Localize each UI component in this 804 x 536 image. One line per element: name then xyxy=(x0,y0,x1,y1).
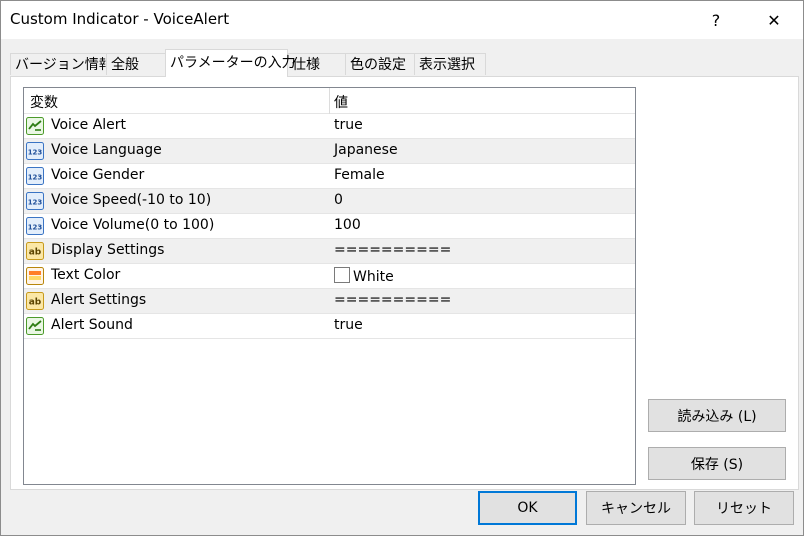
parameter-value[interactable]: White xyxy=(334,267,394,285)
svg-text:ab: ab xyxy=(29,298,42,308)
tab-label: 仕様 xyxy=(292,57,320,73)
load-button[interactable]: 読み込み (L) xyxy=(648,399,786,432)
table-row[interactable]: 123 Voice Gender Female xyxy=(24,164,635,189)
parameter-value[interactable]: true xyxy=(334,317,363,333)
tab-label: 全般 xyxy=(111,57,139,73)
parameter-value[interactable]: 100 xyxy=(334,217,361,233)
parameter-value[interactable]: ========== xyxy=(334,292,451,308)
string-icon: ab xyxy=(26,242,44,260)
reset-button-label: リセット xyxy=(716,501,772,517)
svg-text:123: 123 xyxy=(28,149,43,157)
table-row[interactable]: 123 Voice Language Japanese xyxy=(24,139,635,164)
tab-label: パラメーターの入力 xyxy=(170,55,296,71)
number-icon: 123 xyxy=(26,217,44,235)
svg-text:123: 123 xyxy=(28,224,43,232)
parameter-name: Voice Gender xyxy=(51,167,145,183)
parameter-value[interactable]: Japanese xyxy=(334,142,398,158)
parameter-value[interactable]: ========== xyxy=(334,242,451,258)
tab-parameters[interactable]: パラメーターの入力 xyxy=(165,49,296,77)
table-row[interactable]: ab Alert Settings ========== xyxy=(24,289,635,314)
dialog-window: Custom Indicator - VoiceAlert ? ✕ バージョン情… xyxy=(0,0,804,536)
tab-specs[interactable]: 仕様 xyxy=(287,53,346,75)
close-icon: ✕ xyxy=(767,10,781,30)
tab-colors[interactable]: 色の設定 xyxy=(345,53,415,75)
help-icon: ? xyxy=(711,10,721,30)
svg-text:ab: ab xyxy=(29,248,42,258)
parameter-name: Voice Volume(0 to 100) xyxy=(51,217,215,233)
tab-label: バージョン情報 xyxy=(15,57,113,73)
save-button-label: 保存 (S) xyxy=(690,456,744,473)
load-button-label: 読み込み (L) xyxy=(677,408,757,425)
table-row[interactable]: 123 Voice Volume(0 to 100) 100 xyxy=(24,214,635,239)
title-bar: Custom Indicator - VoiceAlert ? ✕ xyxy=(1,1,803,39)
ok-button[interactable]: OK xyxy=(478,491,577,525)
tab-version-info[interactable]: バージョン情報 xyxy=(10,53,113,75)
save-button[interactable]: 保存 (S) xyxy=(648,447,786,480)
tab-label: 色の設定 xyxy=(350,57,406,73)
reset-button[interactable]: リセット xyxy=(694,491,794,525)
table-row[interactable]: Text Color White xyxy=(24,264,635,289)
svg-text:123: 123 xyxy=(28,174,43,182)
parameter-value[interactable]: Female xyxy=(334,167,385,183)
column-header-value[interactable]: 値 xyxy=(334,92,348,112)
table-row[interactable]: ab Display Settings ========== xyxy=(24,239,635,264)
parameter-name: Voice Alert xyxy=(51,117,127,133)
table-row[interactable]: Alert Sound true xyxy=(24,314,635,339)
parameters-grid: 変数 値 Voice Alert true 123 Voice Language… xyxy=(23,87,636,485)
parameter-value[interactable]: true xyxy=(334,117,363,133)
parameter-name: Voice Language xyxy=(51,142,162,158)
tab-display[interactable]: 表示選択 xyxy=(414,53,486,75)
parameter-name: Display Settings xyxy=(51,242,165,258)
cancel-button[interactable]: キャンセル xyxy=(586,491,686,525)
table-row[interactable]: Voice Alert true xyxy=(24,114,635,139)
parameter-rows: Voice Alert true 123 Voice Language Japa… xyxy=(24,114,635,339)
tab-label: 表示選択 xyxy=(419,57,475,73)
parameter-name: Text Color xyxy=(51,267,121,283)
ok-button-label: OK xyxy=(517,500,538,516)
help-button[interactable]: ? xyxy=(693,1,739,39)
parameter-name: Voice Speed(-10 to 10) xyxy=(51,192,212,208)
window-title: Custom Indicator - VoiceAlert xyxy=(10,10,230,28)
svg-text:123: 123 xyxy=(28,199,43,207)
bool-icon xyxy=(26,117,44,135)
color-icon xyxy=(26,267,44,285)
number-icon: 123 xyxy=(26,167,44,185)
parameters-panel: 変数 値 Voice Alert true 123 Voice Language… xyxy=(10,76,799,490)
string-icon: ab xyxy=(26,292,44,310)
column-header-variable[interactable]: 変数 xyxy=(30,92,58,112)
color-swatch[interactable] xyxy=(334,267,350,283)
number-icon: 123 xyxy=(26,192,44,210)
color-name: White xyxy=(353,269,394,285)
close-button[interactable]: ✕ xyxy=(751,1,797,39)
number-icon: 123 xyxy=(26,142,44,160)
table-row[interactable]: 123 Voice Speed(-10 to 10) 0 xyxy=(24,189,635,214)
parameter-name: Alert Settings xyxy=(51,292,147,308)
tab-general[interactable]: 全般 xyxy=(106,53,166,75)
parameter-value[interactable]: 0 xyxy=(334,192,343,208)
bool-icon xyxy=(26,317,44,335)
cancel-button-label: キャンセル xyxy=(601,501,671,517)
parameter-name: Alert Sound xyxy=(51,317,133,333)
